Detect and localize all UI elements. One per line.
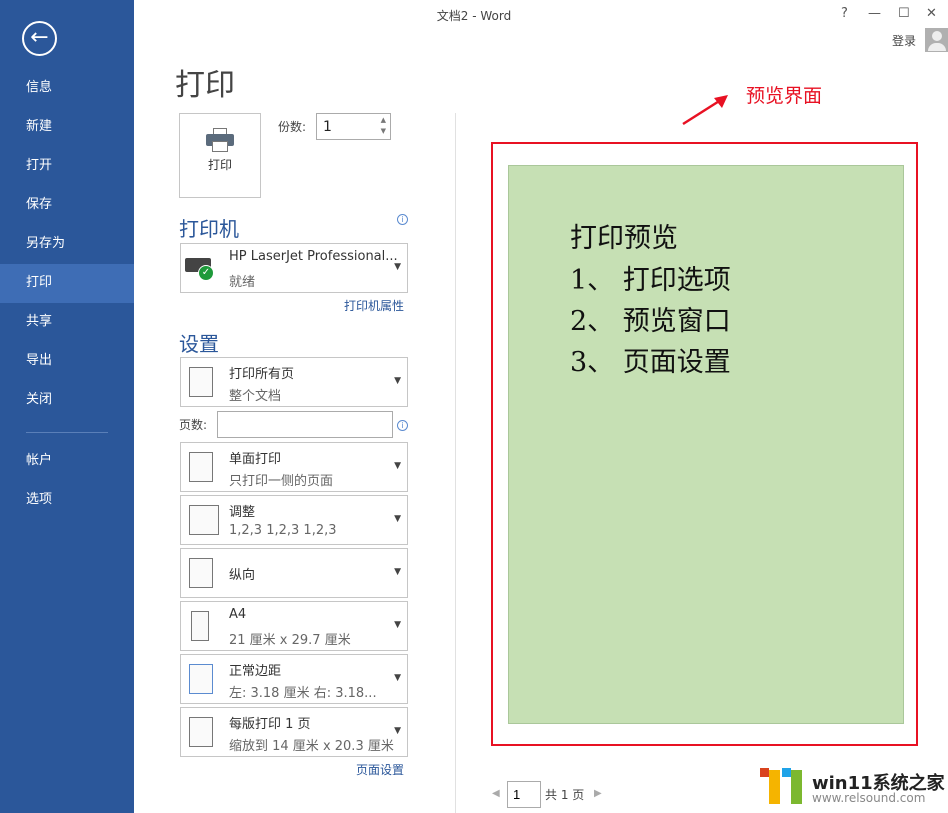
sidebar-item-info[interactable]: 信息: [0, 69, 134, 107]
chevron-down-icon: ▼: [394, 726, 401, 736]
chevron-down-icon: ▼: [394, 673, 401, 683]
printer-name: HP LaserJet Professional...: [229, 249, 398, 264]
page-number-input[interactable]: [507, 781, 541, 808]
prev-page-icon[interactable]: ◀: [492, 788, 500, 799]
info-icon[interactable]: i: [397, 420, 408, 431]
preview-line: 1、 打印选项: [570, 265, 731, 296]
chevron-down-icon: ▼: [394, 514, 401, 524]
pages-per-sheet-dropdown[interactable]: 每版打印 1 页 缩放到 14 厘米 x 20.3 厘米 ▼: [180, 707, 408, 757]
sidebar-item-account[interactable]: 帐户: [0, 442, 134, 480]
collated-icon: [189, 505, 219, 535]
option-subtitle: 1,2,3 1,2,3 1,2,3: [229, 523, 337, 538]
printer-dropdown[interactable]: ✓ HP LaserJet Professional... 就绪 ▼: [180, 243, 408, 293]
chevron-down-icon: ▼: [394, 567, 401, 577]
preview-line: 3、 页面设置: [570, 347, 731, 378]
print-button[interactable]: 打印: [179, 113, 261, 198]
ready-check-icon: ✓: [198, 265, 214, 281]
copies-label: 份数:: [278, 120, 307, 134]
preview-page: 打印预览 1、 打印选项 2、 预览窗口 3、 页面设置: [508, 165, 904, 724]
page-total: 共 1 页: [545, 788, 585, 802]
sidebar-divider: [26, 432, 108, 433]
option-title: 单面打印: [229, 452, 282, 467]
margins-icon: [189, 664, 213, 694]
print-range-dropdown[interactable]: 打印所有页 整个文档 ▼: [180, 357, 408, 407]
margins-dropdown[interactable]: 正常边距 左: 3.18 厘米 右: 3.18... ▼: [180, 654, 408, 704]
option-title: A4: [229, 607, 247, 622]
sidebar-item-options[interactable]: 选项: [0, 481, 134, 519]
sidebar-item-save[interactable]: 保存: [0, 186, 134, 224]
watermark-url: www.relsound.com: [812, 791, 926, 805]
page-title: 打印: [175, 68, 235, 103]
sidebar-item-export[interactable]: 导出: [0, 342, 134, 380]
paper-icon: [191, 611, 209, 641]
copies-value: 1: [323, 119, 332, 135]
option-title: 调整: [229, 505, 256, 520]
pages-icon: [189, 367, 213, 397]
watermark-logo: [760, 768, 804, 806]
orientation-dropdown[interactable]: 纵向 ▼: [180, 548, 408, 598]
option-subtitle: 整个文档: [229, 389, 282, 404]
close-button[interactable]: ✕: [926, 6, 937, 21]
sidebar-item-share[interactable]: 共享: [0, 303, 134, 341]
sidebar-item-close[interactable]: 关闭: [0, 381, 134, 419]
printer-heading: 打印机: [179, 217, 239, 241]
settings-heading: 设置: [179, 332, 219, 356]
sidebar-item-save-as[interactable]: 另存为: [0, 225, 134, 263]
backstage-sidebar: ← 信息 新建 打开 保存 另存为 打印 共享 导出 关闭 帐户 选项: [0, 0, 134, 813]
option-subtitle: 左: 3.18 厘米 右: 3.18...: [229, 686, 377, 701]
avatar[interactable]: [925, 28, 948, 52]
preview-line: 2、 预览窗口: [570, 306, 731, 337]
maximize-button[interactable]: ☐: [898, 6, 910, 21]
preview-line: 打印预览: [570, 223, 678, 254]
sides-dropdown[interactable]: 单面打印 只打印一侧的页面 ▼: [180, 442, 408, 492]
spinner-arrows-icon[interactable]: ▲ ▼: [381, 115, 386, 137]
option-title: 纵向: [229, 568, 256, 583]
one-sided-icon: [189, 452, 213, 482]
collate-dropdown[interactable]: 调整 1,2,3 1,2,3 1,2,3 ▼: [180, 495, 408, 545]
info-icon[interactable]: i: [397, 214, 408, 225]
option-subtitle: 21 厘米 x 29.7 厘米: [229, 633, 351, 648]
chevron-down-icon: ▼: [394, 262, 401, 272]
pages-per-sheet-icon: [189, 717, 213, 747]
next-page-icon[interactable]: ▶: [594, 788, 602, 799]
panel-divider: [455, 113, 456, 813]
chevron-down-icon: ▼: [394, 620, 401, 630]
pages-label: 页数:: [179, 418, 208, 432]
window-title: 文档2 - Word: [436, 9, 512, 23]
help-button[interactable]: ?: [841, 6, 848, 21]
option-subtitle: 缩放到 14 厘米 x 20.3 厘米: [229, 739, 394, 754]
option-title: 打印所有页: [229, 367, 295, 382]
sidebar-item-open[interactable]: 打开: [0, 147, 134, 185]
pages-input[interactable]: [217, 411, 393, 438]
page-setup-link[interactable]: 页面设置: [356, 761, 404, 778]
chevron-down-icon: ▼: [394, 376, 401, 386]
paper-size-dropdown[interactable]: A4 21 厘米 x 29.7 厘米 ▼: [180, 601, 408, 651]
printer-properties-link[interactable]: 打印机属性: [344, 297, 404, 314]
back-button[interactable]: ←: [22, 21, 57, 56]
portrait-icon: [189, 558, 213, 588]
sidebar-item-new[interactable]: 新建: [0, 108, 134, 146]
sign-in-link[interactable]: 登录: [892, 32, 916, 49]
minimize-button[interactable]: —: [868, 6, 881, 21]
print-button-label: 打印: [207, 158, 232, 172]
option-subtitle: 只打印一侧的页面: [229, 474, 334, 489]
sidebar-item-print[interactable]: 打印: [0, 264, 134, 303]
printer-icon: [206, 128, 234, 152]
chevron-down-icon: ▼: [394, 461, 401, 471]
printer-status: 就绪: [229, 275, 256, 290]
annotation-label: 预览界面: [746, 85, 823, 107]
option-title: 正常边距: [229, 664, 282, 679]
copies-stepper[interactable]: 1 ▲ ▼: [316, 113, 391, 140]
option-title: 每版打印 1 页: [229, 717, 311, 732]
annotation-arrow-icon: [682, 95, 728, 126]
